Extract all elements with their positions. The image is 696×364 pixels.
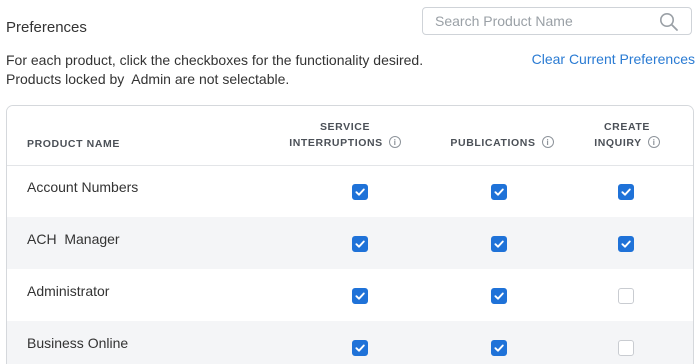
instructions-line-1: For each product, click the checkboxes f… (6, 52, 424, 68)
product-name: Business Online (27, 335, 129, 351)
preferences-table: PRODUCT NAME SERVICE INTERRUPTIONS PUBLI… (6, 105, 694, 364)
instructions-line-2: Products locked by Admin are not selecta… (6, 71, 290, 87)
column-header-service-interruptions-line1: SERVICE (319, 121, 371, 133)
column-header-service-interruptions: SERVICE INTERRUPTIONS (285, 119, 405, 151)
create-inquiry-checkbox[interactable] (618, 340, 634, 356)
product-name: Administrator (27, 283, 110, 299)
service-interruptions-checkbox[interactable] (352, 288, 368, 304)
info-icon[interactable] (388, 134, 401, 150)
column-header-create-inquiry-line1: CREATE (604, 121, 650, 133)
publications-checkbox[interactable] (491, 236, 507, 252)
info-icon[interactable] (647, 134, 660, 150)
create-inquiry-checkbox[interactable] (618, 236, 634, 252)
create-inquiry-checkbox[interactable] (618, 288, 634, 304)
instructions-text: For each product, click the checkboxes f… (6, 51, 423, 89)
search-input[interactable] (435, 11, 655, 31)
table-row: Business Online (7, 321, 693, 364)
column-header-product-name: PRODUCT NAME (27, 138, 120, 150)
search-icon[interactable] (659, 12, 679, 32)
service-interruptions-checkbox[interactable] (352, 236, 368, 252)
column-header-service-interruptions-line2: INTERRUPTIONS (289, 137, 383, 149)
column-header-create-inquiry-line2: INQUIRY (594, 137, 642, 149)
service-interruptions-checkbox[interactable] (352, 340, 368, 356)
publications-checkbox[interactable] (491, 184, 507, 200)
product-name: ACH Manager (27, 231, 120, 247)
table-row: Account Numbers (7, 165, 693, 217)
column-header-create-inquiry: CREATE INQUIRY (572, 119, 682, 151)
publications-checkbox[interactable] (491, 288, 507, 304)
publications-checkbox[interactable] (491, 340, 507, 356)
create-inquiry-checkbox[interactable] (618, 184, 634, 200)
table-row: Administrator (7, 269, 693, 321)
page-title: Preferences (6, 19, 87, 36)
product-name: Account Numbers (27, 179, 139, 195)
service-interruptions-checkbox[interactable] (352, 184, 368, 200)
info-icon[interactable] (541, 134, 554, 150)
column-header-publications-label: PUBLICATIONS (450, 137, 536, 149)
clear-preferences-link[interactable]: Clear Current Preferences (532, 51, 695, 67)
preferences-page: Preferences For each product, click the … (0, 0, 696, 364)
column-header-publications: PUBLICATIONS (427, 134, 577, 151)
table-header: PRODUCT NAME SERVICE INTERRUPTIONS PUBLI… (7, 106, 693, 166)
table-row: ACH Manager (7, 217, 693, 269)
search-box[interactable] (422, 7, 692, 35)
